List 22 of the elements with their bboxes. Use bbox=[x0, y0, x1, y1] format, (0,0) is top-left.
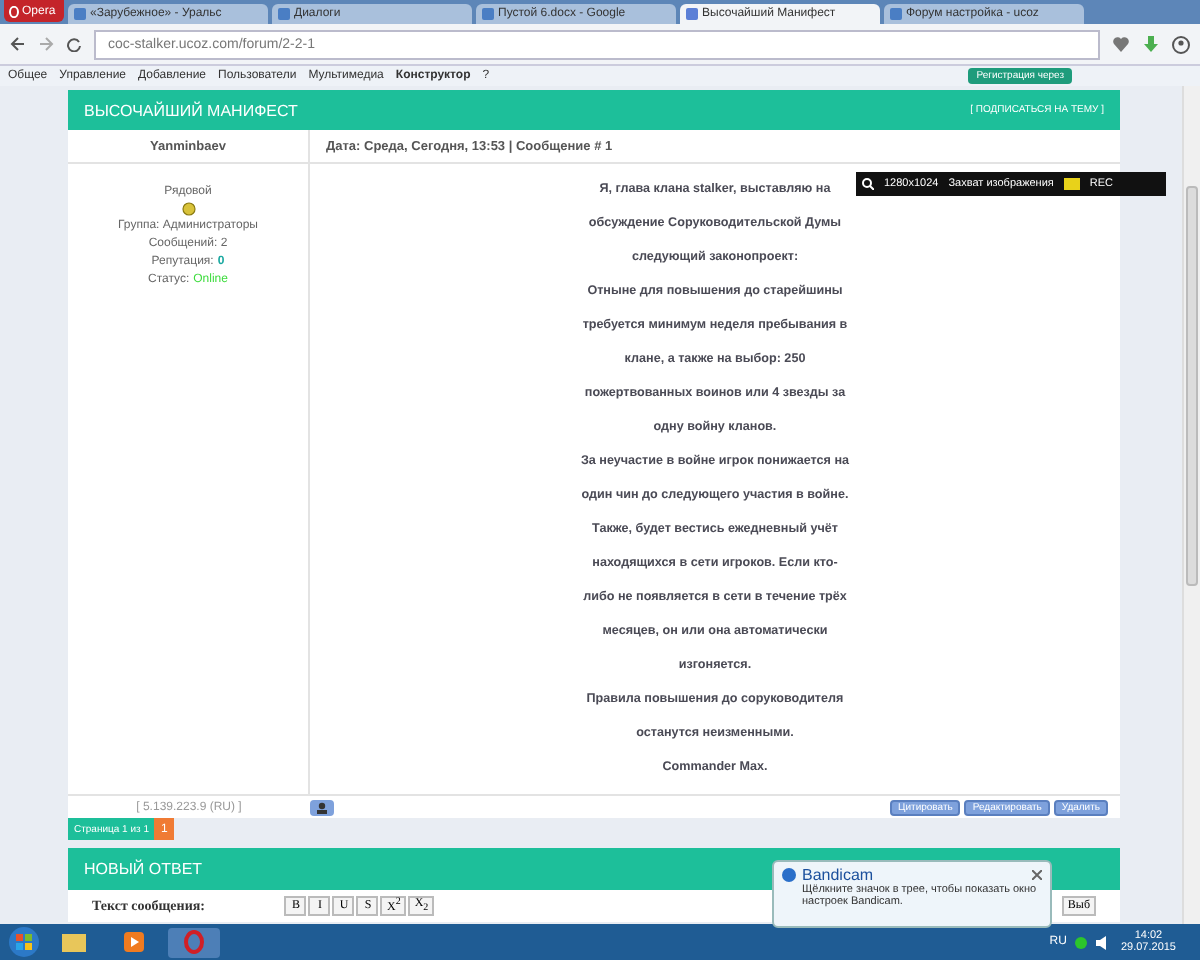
start-button-icon[interactable] bbox=[8, 926, 40, 958]
close-icon[interactable] bbox=[1032, 870, 1042, 880]
user-icon[interactable] bbox=[1172, 35, 1190, 53]
scrollbar[interactable] bbox=[1182, 86, 1200, 924]
page-icon bbox=[482, 8, 494, 20]
back-icon[interactable] bbox=[10, 36, 26, 52]
heart-icon[interactable] bbox=[1112, 36, 1130, 52]
reply-title: НОВЫЙ ОТВЕТ bbox=[84, 860, 203, 878]
notification-title: Bandicam bbox=[802, 866, 874, 884]
page-icon bbox=[890, 8, 902, 20]
rank-badge-icon bbox=[181, 202, 195, 216]
page-icon bbox=[74, 8, 86, 20]
page-icon bbox=[278, 8, 290, 20]
opera-logo-icon bbox=[8, 5, 20, 17]
info-icon bbox=[782, 868, 796, 882]
reload-icon[interactable] bbox=[66, 36, 82, 52]
topic-title: ВЫСОЧАЙШИЙ МАНИФЕСТ bbox=[84, 101, 298, 119]
scrollbar-thumb[interactable] bbox=[1186, 186, 1198, 586]
search-icon[interactable] bbox=[862, 178, 874, 190]
profile-icon[interactable] bbox=[310, 799, 334, 815]
page-icon bbox=[686, 8, 698, 20]
tray-icon[interactable] bbox=[1074, 935, 1089, 949]
